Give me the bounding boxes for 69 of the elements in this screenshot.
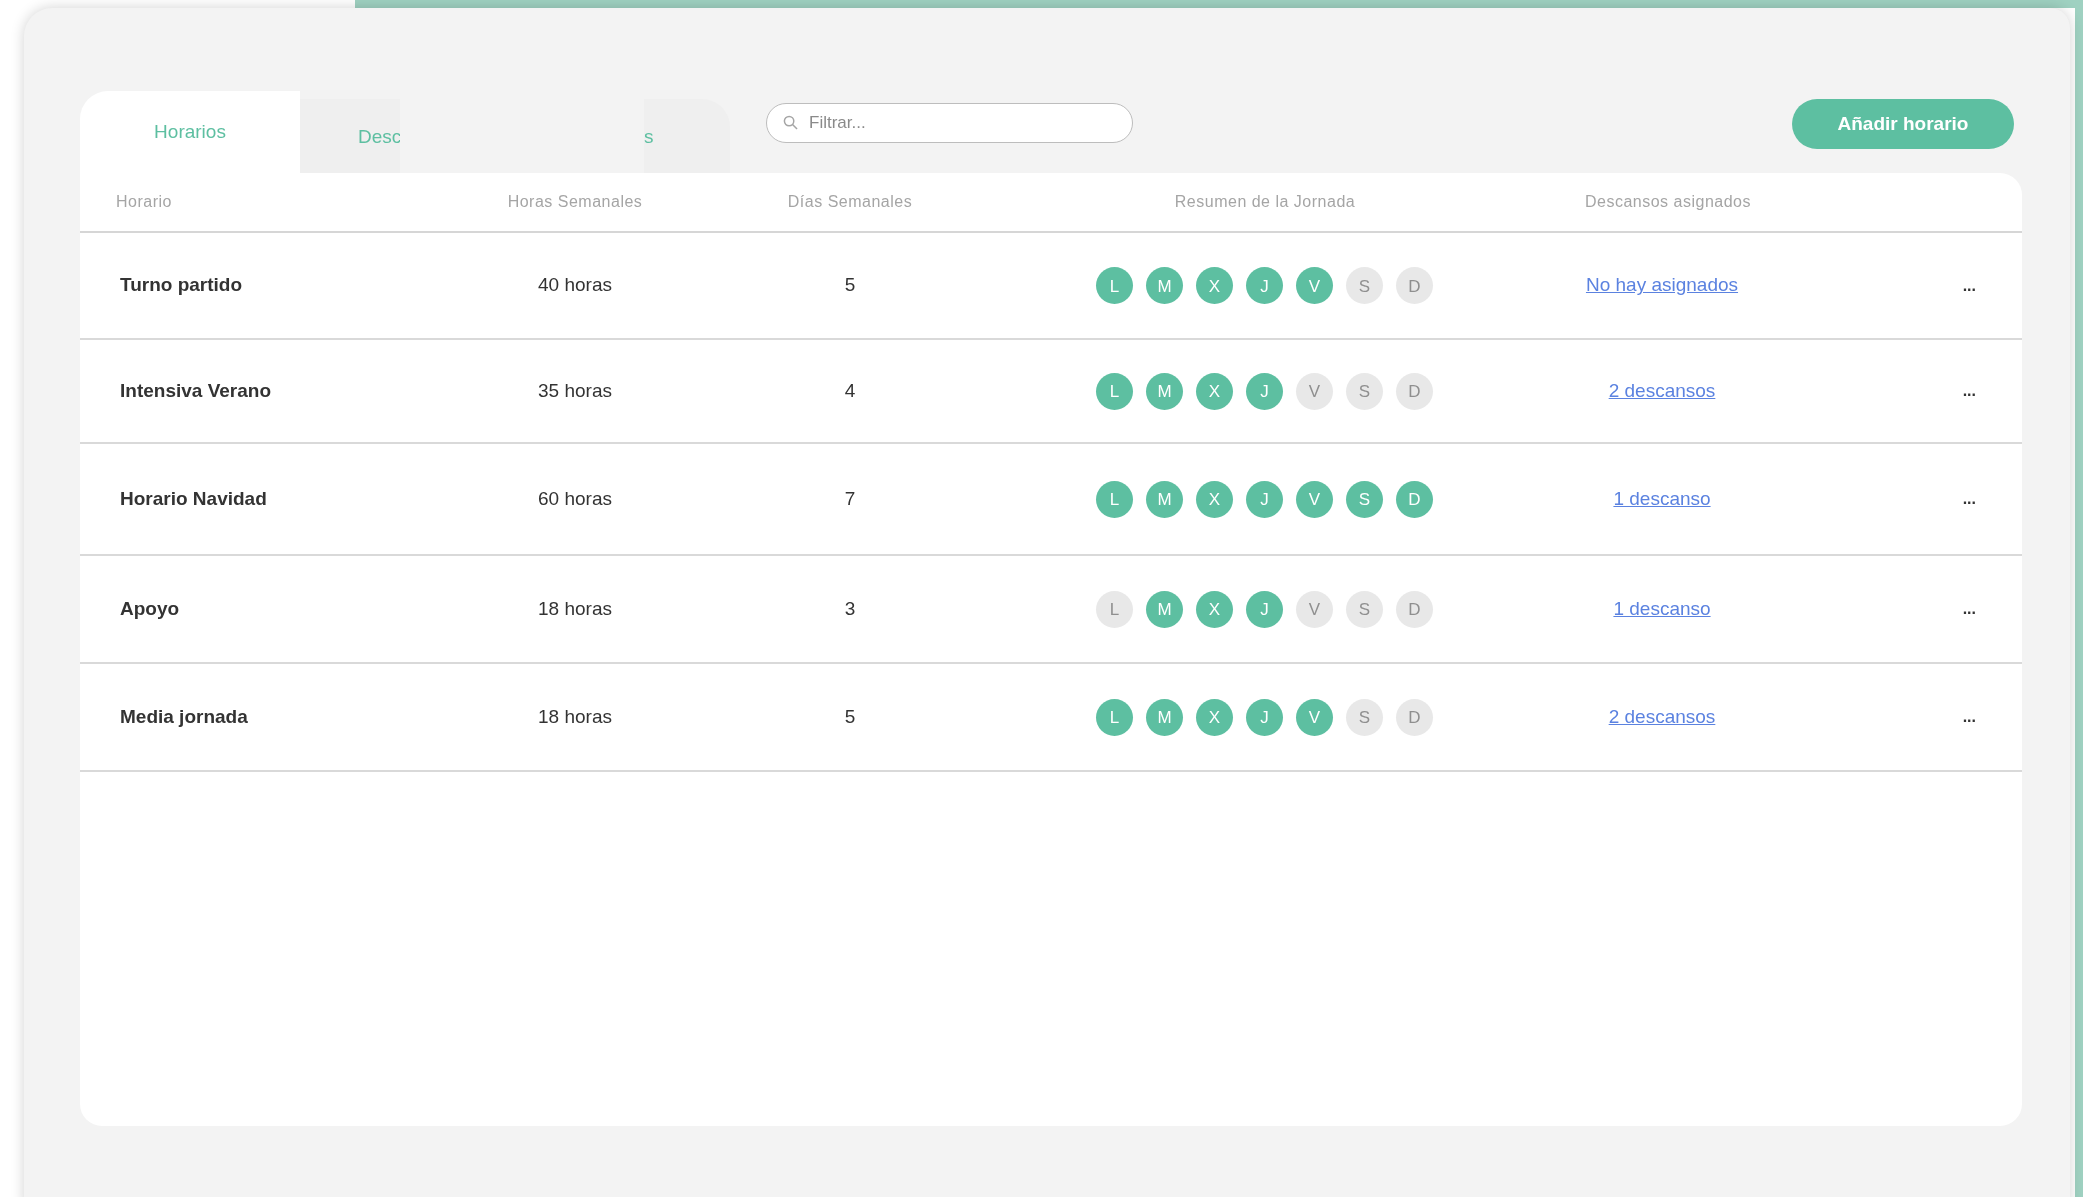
weekday-badge: X: [1196, 267, 1233, 304]
breaks-link[interactable]: 1 descanso: [1613, 487, 1711, 509]
column-header: Horas Semanales: [506, 192, 644, 212]
more-options-button[interactable]: ...: [1962, 601, 1976, 617]
weekday-badge: J: [1246, 267, 1283, 304]
add-schedule-button[interactable]: Añadir horario: [1792, 99, 2014, 149]
days-cell: 5: [844, 705, 856, 727]
weekday-badge: M: [1146, 372, 1183, 410]
more-options-button[interactable]: ...: [1962, 383, 1976, 399]
search-field[interactable]: Filtrar...: [766, 103, 1133, 143]
column-header: Resumen de la Jornada: [1173, 192, 1357, 212]
weekday-badge: J: [1246, 480, 1283, 518]
breaks-link[interactable]: 2 descansos: [1608, 705, 1716, 727]
hours-cell: 35 horas: [538, 379, 612, 401]
weekday-badge: M: [1146, 590, 1183, 628]
weekday-badge: J: [1246, 698, 1283, 736]
weekday-badge: S: [1346, 267, 1383, 304]
weekday-badge: L: [1096, 590, 1133, 628]
weekday-badge: J: [1246, 372, 1283, 410]
more-options-button[interactable]: ...: [1962, 709, 1976, 725]
weekday-badge: X: [1196, 590, 1233, 628]
column-header: Descansos asignados: [1583, 192, 1752, 212]
breaks-link[interactable]: 2 descansos: [1608, 379, 1716, 401]
tab[interactable]: Horarios: [80, 91, 300, 173]
weekday-badge: S: [1346, 590, 1383, 628]
weekday-badge: L: [1096, 698, 1133, 736]
schedule-name: Apoyo: [120, 597, 180, 619]
weekday-badge: M: [1146, 698, 1183, 736]
days-cell: 3: [844, 597, 856, 619]
hours-cell: 40 horas: [538, 274, 612, 296]
schedule-name: Horario Navidad: [120, 487, 267, 509]
weekday-badge: M: [1146, 480, 1183, 518]
weekday-badge: S: [1346, 372, 1383, 410]
weekday-badge: L: [1096, 372, 1133, 410]
weekday-badge: L: [1096, 480, 1133, 518]
weekday-badge: D: [1396, 698, 1433, 736]
weekday-badge: M: [1146, 267, 1183, 304]
weekday-badge: X: [1196, 480, 1233, 518]
column-header: Horario: [115, 192, 173, 212]
days-cell: 5: [844, 274, 856, 296]
hours-cell: 60 horas: [538, 487, 612, 509]
weekday-badge: V: [1296, 698, 1333, 736]
weekday-badge: S: [1346, 480, 1383, 518]
weekday-badge: X: [1196, 698, 1233, 736]
weekday-badge: S: [1346, 698, 1383, 736]
breaks-link[interactable]: 1 descanso: [1613, 597, 1711, 619]
weekday-badge: D: [1396, 267, 1433, 304]
hours-cell: 18 horas: [538, 705, 612, 727]
weekday-badge: V: [1296, 480, 1333, 518]
weekday-badge: D: [1396, 590, 1433, 628]
days-cell: 4: [844, 379, 856, 401]
days-cell: 7: [844, 487, 856, 509]
column-header: Días Semanales: [786, 192, 914, 212]
weekday-badge: J: [1246, 590, 1283, 628]
more-options-button[interactable]: ...: [1962, 277, 1976, 294]
weekday-badge: L: [1096, 267, 1133, 304]
more-options-button[interactable]: ...: [1962, 491, 1976, 507]
hours-cell: 18 horas: [538, 597, 612, 619]
schedule-name: Intensiva Verano: [120, 379, 271, 401]
weekday-badge: D: [1396, 480, 1433, 518]
schedule-name: Media jornada: [120, 705, 248, 727]
schedule-name: Turno partido: [120, 274, 243, 296]
weekday-badge: X: [1196, 372, 1233, 410]
weekday-badge: V: [1296, 372, 1333, 410]
weekday-badge: D: [1396, 372, 1433, 410]
weekday-badge: V: [1296, 590, 1333, 628]
search-icon: [783, 115, 798, 130]
breaks-link[interactable]: No hay asignados: [1585, 274, 1739, 296]
weekday-badge: V: [1296, 267, 1333, 304]
